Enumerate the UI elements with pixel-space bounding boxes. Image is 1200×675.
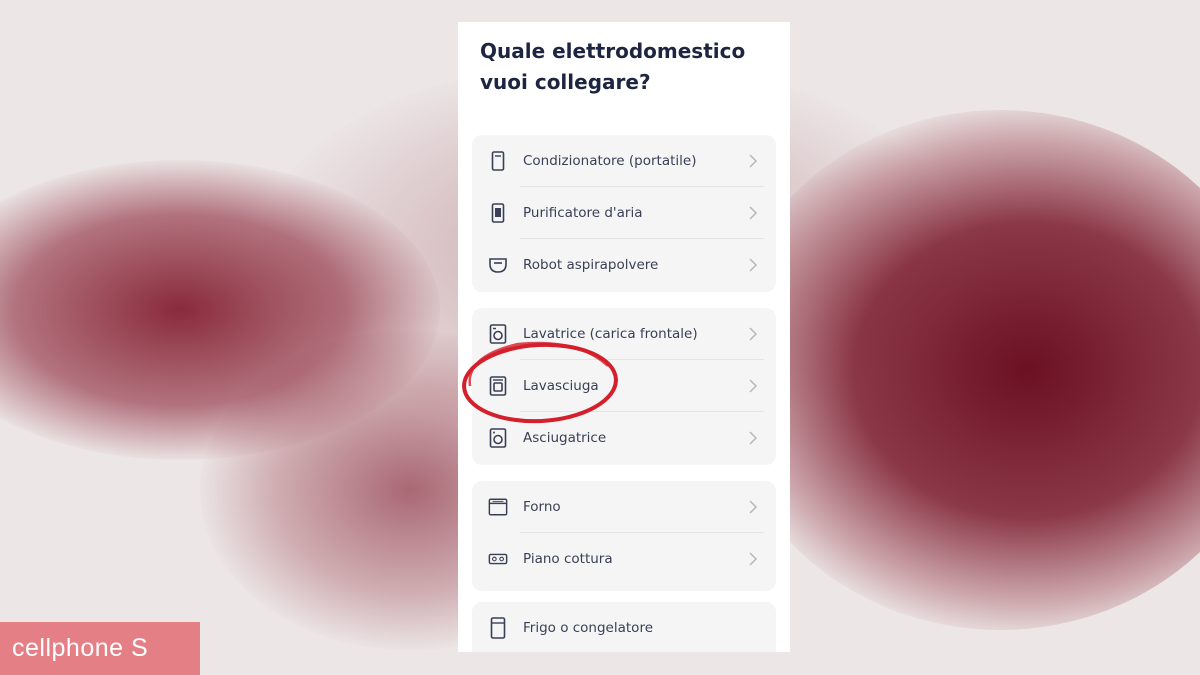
item-label: Lavatrice (carica frontale) xyxy=(523,326,698,342)
item-label: Asciugatrice xyxy=(523,430,607,446)
list-item-condizionatore[interactable]: Condizionatore (portatile) xyxy=(472,135,776,187)
item-label: Robot aspirapolvere xyxy=(523,257,659,273)
list-item-asciugatrice[interactable]: Asciugatrice xyxy=(472,412,776,464)
watermark-logo: cellphone S xyxy=(0,622,200,675)
chevron-right-icon xyxy=(749,431,758,445)
chevron-right-icon xyxy=(749,379,758,393)
appliance-group-climate: Condizionatore (portatile) Purificatore … xyxy=(472,135,776,292)
dryer-icon xyxy=(488,427,508,449)
portable-ac-icon xyxy=(488,150,508,172)
watermark-text: cellphone S xyxy=(12,634,149,662)
list-item-frigo[interactable]: Frigo o congelatore xyxy=(472,602,776,652)
app-screen: Quale elettrodomestico vuoi collegare? C… xyxy=(458,22,790,652)
chevron-right-icon xyxy=(749,500,758,514)
robot-vacuum-icon xyxy=(488,254,508,276)
item-label: Frigo o congelatore xyxy=(523,620,654,636)
chevron-right-icon xyxy=(749,154,758,168)
appliance-group-laundry: Lavatrice (carica frontale) Lavasciuga A… xyxy=(472,308,776,465)
chevron-right-icon xyxy=(749,206,758,220)
list-item-lavasciuga[interactable]: Lavasciuga xyxy=(472,360,776,412)
item-label: Condizionatore (portatile) xyxy=(523,153,697,169)
item-label: Purificatore d'aria xyxy=(523,205,643,221)
list-item-lavatrice[interactable]: Lavatrice (carica frontale) xyxy=(472,308,776,360)
chevron-right-icon xyxy=(749,327,758,341)
appliance-group-cooling: Frigo o congelatore xyxy=(472,602,776,652)
list-item-purificatore[interactable]: Purificatore d'aria xyxy=(472,187,776,239)
oven-icon xyxy=(488,496,508,518)
chevron-right-icon xyxy=(749,552,758,566)
chevron-right-icon xyxy=(749,258,758,272)
appliance-group-cooking: Forno Piano cottura xyxy=(472,481,776,591)
item-label: Forno xyxy=(523,499,561,515)
list-item-forno[interactable]: Forno xyxy=(472,481,776,533)
item-label: Piano cottura xyxy=(523,551,613,567)
list-item-robot[interactable]: Robot aspirapolvere xyxy=(472,239,776,291)
hob-icon xyxy=(488,548,508,570)
fridge-icon xyxy=(488,617,508,639)
list-item-piano-cottura[interactable]: Piano cottura xyxy=(472,533,776,585)
washer-dryer-icon xyxy=(488,375,508,397)
air-purifier-icon xyxy=(488,202,508,224)
washing-machine-icon xyxy=(488,323,508,345)
page-title: Quale elettrodomestico vuoi collegare? xyxy=(480,39,746,94)
item-label: Lavasciuga xyxy=(523,378,599,394)
